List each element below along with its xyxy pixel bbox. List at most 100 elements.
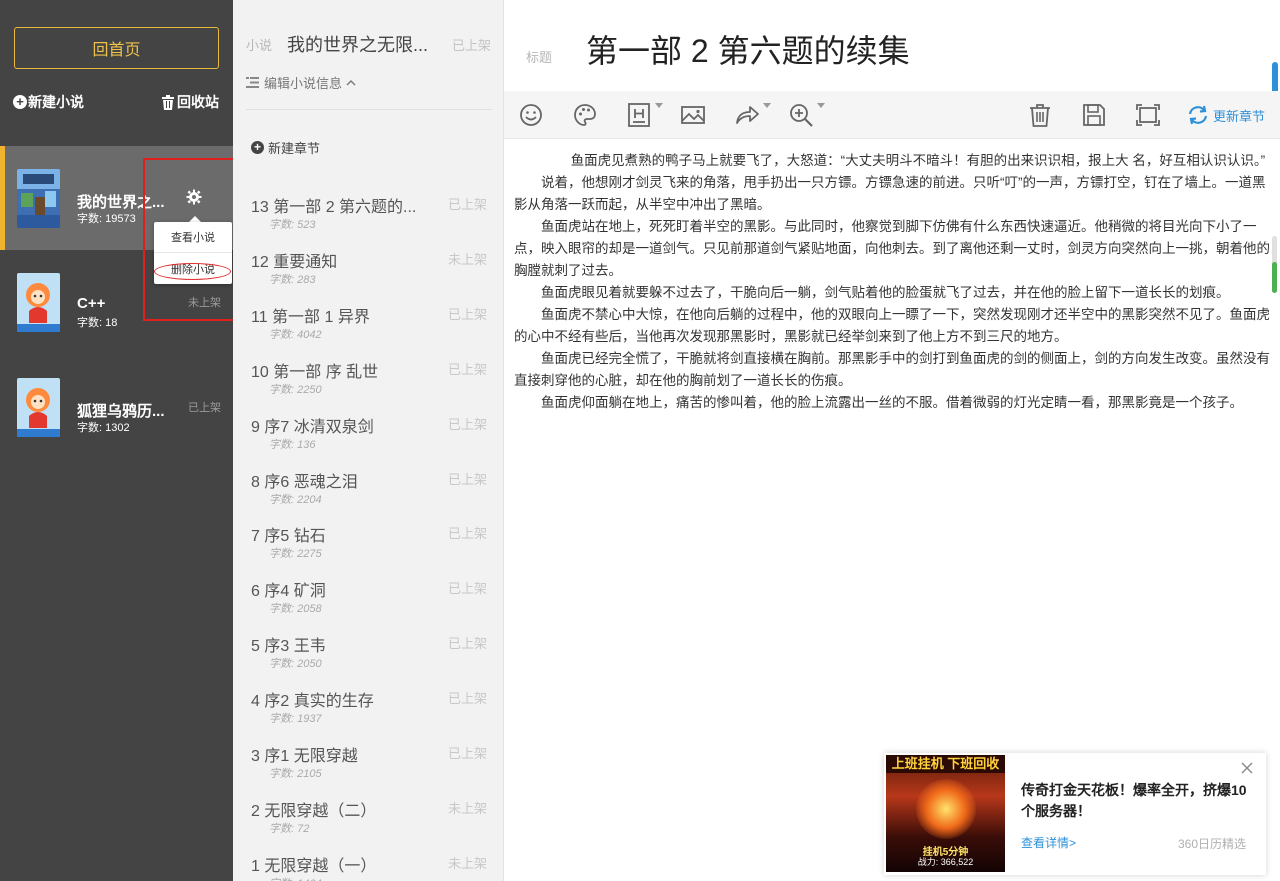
chapter-item[interactable]: 10 第一部 序 乱世 字数: 2250 已上架 <box>233 358 504 413</box>
chapter-word-count: 字数: 523 <box>269 219 316 231</box>
chapter-status: 已上架 <box>447 691 487 707</box>
novel-context-menu: 查看小说 删除小说 <box>154 222 232 284</box>
view-novel-menu-item[interactable]: 查看小说 <box>154 222 232 253</box>
chapter-word-count: 字数: 136 <box>269 438 316 451</box>
content-paragraph: 说着，他想刚才剑灵飞来的角落，甩手扔出一只方镖。方镖急速的前进。只听“叮”的一声… <box>514 175 1266 212</box>
chapter-item[interactable]: 9 序7 冰清双泉剑 字数: 136 已上架 <box>233 413 504 468</box>
novel-item[interactable]: 狐狸乌鸦历... 字数: 1302 已上架 <box>0 355 233 459</box>
home-button[interactable]: 回首页 <box>14 27 219 69</box>
chapter-content-editor[interactable]: 鱼面虎见煮熟的鸭子马上就要飞了，大怒道：“大丈夫明斗不暗斗！有胆的出来识识相，报… <box>514 150 1271 414</box>
chapter-word-count: 字数: 1937 <box>269 713 322 726</box>
ad-source: 360日历精选 <box>1178 837 1247 851</box>
chapter-item[interactable]: 3 序1 无限穿越 字数: 2105 已上架 <box>233 742 504 797</box>
chapter-item[interactable]: 7 序5 钻石 字数: 2275 已上架 <box>233 522 504 577</box>
novel-title: 我的世界之... <box>77 194 165 211</box>
chapter-title: 11 第一部 1 异界 <box>251 308 370 326</box>
gear-icon[interactable] <box>186 189 202 205</box>
recycle-bin-label: 回收站 <box>177 94 219 110</box>
refresh-icon <box>1188 105 1208 125</box>
new-novel-button[interactable]: + 新建小说 <box>13 92 84 112</box>
novel-cover-image <box>17 378 60 437</box>
novel-sidebar: 回首页 + 新建小说 回收站 我的世界之... 字数: 19573 C++ 字数… <box>0 0 244 881</box>
new-chapter-label: 新建章节 <box>268 141 321 156</box>
chapter-status: 未上架 <box>447 855 487 871</box>
editor-toolbar: 更新章节 <box>504 91 1280 139</box>
trash-icon <box>1030 104 1050 127</box>
delete-chapter-button[interactable] <box>1026 101 1054 129</box>
ad-image[interactable]: 上班挂机 下班回收 挂机5分钟 战力: 366,522 <box>886 755 1005 872</box>
edit-novel-info-button[interactable]: 编辑小说信息 <box>246 73 356 92</box>
color-button[interactable] <box>571 101 599 129</box>
share-icon <box>736 106 759 124</box>
chapter-status: 未上架 <box>447 800 487 816</box>
ad-banner-text: 上班挂机 下班回收 <box>886 755 1005 773</box>
chapter-status: 已上架 <box>447 471 487 487</box>
chapter-item[interactable]: 12 重要通知字数: 283 未上架 <box>233 248 504 303</box>
novel-title: C++ <box>77 295 106 312</box>
novel-label: 小说 <box>246 38 273 53</box>
chapter-item[interactable]: 13 第一部 2 第六题的... 字数: 523 已上架 <box>233 193 504 248</box>
plus-circle-icon: + <box>13 95 27 109</box>
ad-image-subcaption: 战力: 366,522 <box>917 857 974 867</box>
chapter-item[interactable]: 4 序2 真实的生存字数: 1937 已上架 <box>233 687 504 742</box>
heading-button[interactable] <box>625 101 663 129</box>
new-chapter-button[interactable]: + 新建章节 <box>251 138 320 157</box>
chapter-title: 8 序6 恶魂之泪 <box>251 473 358 491</box>
save-button[interactable] <box>1080 101 1108 129</box>
chapter-item[interactable]: 11 第一部 1 异界 字数: 4042 已上架 <box>233 303 504 358</box>
share-button[interactable] <box>733 101 771 129</box>
chapter-word-count: 字数: 283 <box>269 273 316 286</box>
chapter-status: 已上架 <box>447 746 487 761</box>
chapter-item[interactable]: 5 序3 王韦 字数: 2050 已上架 <box>233 632 504 687</box>
fullscreen-button[interactable] <box>1134 101 1162 129</box>
update-chapter-button[interactable]: 更新章节 <box>1187 105 1265 125</box>
novel-cover-image <box>17 273 60 332</box>
chapter-word-count: 字数: 2105 <box>269 768 322 780</box>
emoji-button[interactable] <box>517 101 545 129</box>
ad-character-glow <box>916 779 976 839</box>
ad-headline[interactable]: 传奇打金天花板！爆率全开，挤爆10个服务器！ <box>1021 780 1257 822</box>
trash-icon <box>162 94 174 110</box>
smile-icon <box>520 104 542 126</box>
chapter-status: 已上架 <box>447 526 487 542</box>
chapter-item[interactable]: 8 序6 恶魂之泪 字数: 2204 已上架 <box>233 468 504 523</box>
heading-icon <box>628 103 650 127</box>
chapter-title: 7 序5 钻石 <box>251 528 326 546</box>
fullscreen-icon <box>1136 104 1160 126</box>
novel-word-count: 字数: 1302 <box>77 422 130 434</box>
recycle-bin-button[interactable]: 回收站 <box>161 92 219 112</box>
zoom-button[interactable] <box>787 101 825 129</box>
update-chapter-label: 更新章节 <box>1213 108 1266 124</box>
chapter-word-count: 字数: 2058 <box>269 603 322 616</box>
new-novel-label: 新建小说 <box>28 94 84 110</box>
chapter-title: 1 无限穿越（一） <box>251 857 377 875</box>
chapter-status: 已上架 <box>447 361 487 377</box>
novel-name: 我的世界之无限... <box>287 35 429 55</box>
chapter-title: 12 重要通知 <box>251 253 338 271</box>
chapter-word-count: 字数: 1464 <box>269 875 322 881</box>
chapter-panel: 小说 我的世界之无限... 已上架 编辑小说信息 + 新建章节 13 第一部 2… <box>233 0 504 881</box>
delete-novel-menu-item[interactable]: 删除小说 <box>154 253 232 284</box>
chapter-title: 4 序2 真实的生存 <box>251 693 374 711</box>
chapter-title-input[interactable]: 第一部 2 第六题的续集 <box>586 26 910 72</box>
chapter-status: 已上架 <box>447 197 487 212</box>
novel-status: 未上架 <box>188 297 221 309</box>
chapter-status: 未上架 <box>447 251 487 267</box>
novel-word-count: 字数: 19573 <box>77 213 136 225</box>
chapter-title: 10 第一部 序 乱世 <box>251 363 379 381</box>
dropdown-caret <box>817 103 825 108</box>
content-paragraph: 鱼面虎已经完全慌了，干脆就将剑直接横在胸前。那黑影手中的剑打到鱼面虎的剑的侧面上… <box>514 351 1270 388</box>
chapter-item[interactable]: 1 无限穿越（一）字数: 1464 未上架 <box>233 852 504 881</box>
chapter-word-count: 字数: 72 <box>269 822 310 835</box>
ad-detail-link[interactable]: 查看详情> <box>1021 834 1076 851</box>
chapter-item[interactable]: 2 无限穿越（二） 字数: 72 未上架 <box>233 797 504 852</box>
image-icon <box>681 106 705 124</box>
close-icon[interactable] <box>1240 761 1254 775</box>
ad-popup: 上班挂机 下班回收 挂机5分钟 战力: 366,522 传奇打金天花板！爆率全开… <box>884 753 1266 875</box>
chapter-item[interactable]: 6 序4 矿洞 字数: 2058 已上架 <box>233 577 504 632</box>
divider <box>246 109 492 110</box>
content-scrollbar[interactable] <box>1272 236 1277 293</box>
chapter-title: 5 序3 王韦 <box>251 638 326 656</box>
image-button[interactable] <box>679 101 707 129</box>
chapter-title: 13 第一部 2 第六题的... <box>251 199 417 216</box>
